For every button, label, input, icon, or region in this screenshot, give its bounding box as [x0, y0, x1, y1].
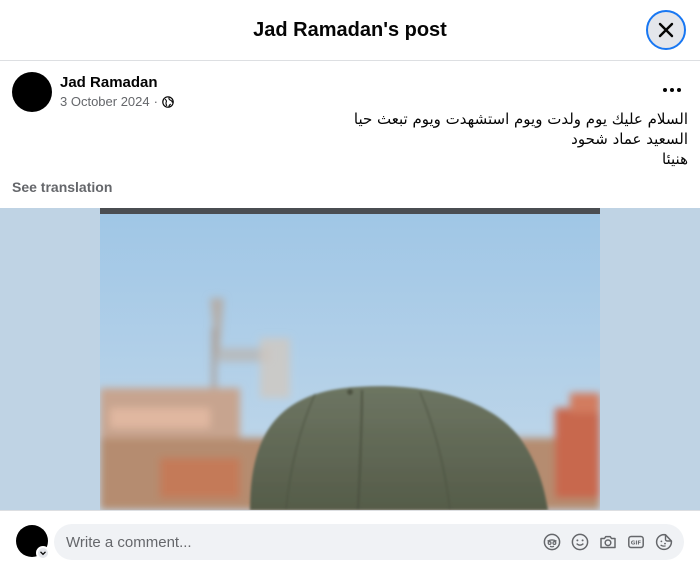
comment-bar: GIF: [0, 510, 700, 577]
more-dot: [677, 88, 681, 92]
gif-icon[interactable]: GIF: [626, 532, 646, 552]
author-name[interactable]: Jad Ramadan: [60, 74, 158, 91]
more-options-button[interactable]: [656, 78, 688, 102]
more-dot: [670, 88, 674, 92]
comment-input[interactable]: [66, 533, 506, 551]
camera-icon[interactable]: [598, 532, 618, 552]
dialog-title: Jad Ramadan's post: [253, 18, 447, 41]
author-avatar[interactable]: [12, 72, 52, 112]
comment-box[interactable]: GIF: [54, 524, 684, 560]
post-text-line: السلام عليك يوم ولدت ويوم استشهدت ويوم ت…: [353, 110, 688, 128]
post-date[interactable]: 3 October 2024: [60, 94, 150, 109]
meta-separator: ·: [153, 94, 158, 109]
post-text: السلام عليك يوم ولدت ويوم استشهدت ويوم ت…: [48, 109, 688, 169]
emoji-icon[interactable]: [570, 532, 590, 552]
dialog-header: Jad Ramadan's post: [0, 0, 700, 61]
post-photo[interactable]: [100, 208, 600, 510]
see-translation-link[interactable]: See translation: [12, 179, 112, 195]
post-text-line: هنيئا: [661, 150, 688, 168]
account-switch-badge[interactable]: [36, 546, 50, 560]
globe-icon[interactable]: [162, 95, 174, 108]
close-icon: [658, 22, 674, 38]
photo-image: [100, 208, 600, 510]
chevron-down-icon: [40, 551, 46, 556]
avatar-sticker-icon[interactable]: [542, 532, 562, 552]
post-media[interactable]: [0, 208, 700, 510]
post-dialog: Jad Ramadan's post Jad Ramadan 3 October…: [0, 0, 700, 577]
post-text-line: السعيد عماد شحود: [571, 130, 688, 148]
comment-actions: GIF: [542, 532, 674, 552]
svg-text:GIF: GIF: [631, 541, 642, 547]
close-button[interactable]: [646, 10, 686, 50]
post-meta: 3 October 2024 ·: [60, 94, 174, 109]
more-options-icon: [663, 88, 667, 92]
sticker-icon[interactable]: [654, 532, 674, 552]
